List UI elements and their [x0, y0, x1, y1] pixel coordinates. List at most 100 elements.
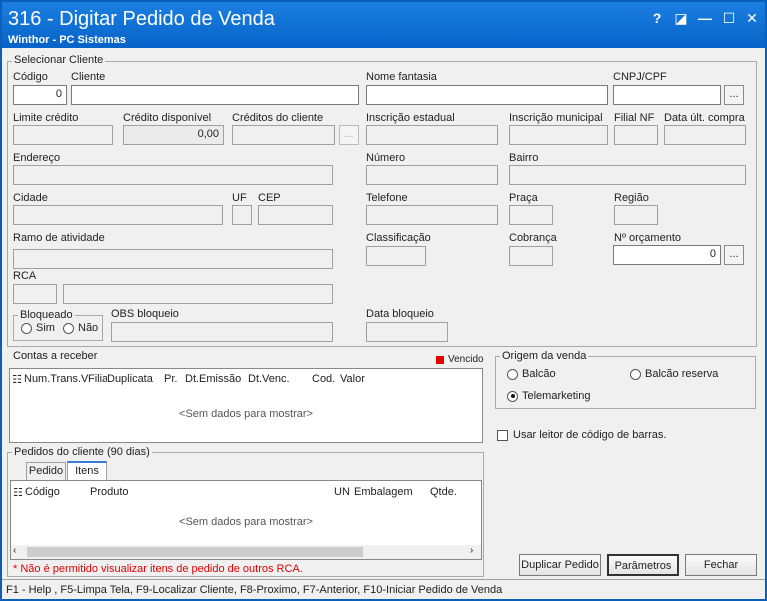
origem-balcao-reserva-label: Balcão reserva	[645, 368, 719, 380]
cnpj-label: CNPJ/CPF	[613, 71, 667, 83]
orcamento-input[interactable]: 0	[613, 245, 721, 265]
bloqueado-nao-label: Não	[78, 322, 99, 334]
origem-telemarketing-label: Telemarketing	[522, 390, 591, 402]
praca-field	[509, 205, 553, 225]
col-duplicata[interactable]: Duplicata	[107, 373, 164, 387]
obs-bloqueio-label: OBS bloqueio	[111, 308, 179, 320]
cnpj-input[interactable]	[613, 85, 721, 105]
cobranca-label: Cobrança	[509, 232, 557, 244]
telefone-field	[366, 205, 498, 225]
col-filial[interactable]: Filia	[88, 373, 107, 387]
cliente-label: Cliente	[71, 71, 106, 83]
minimize-icon[interactable]: —	[695, 8, 715, 28]
creditos-cliente-button[interactable]: ...	[339, 125, 359, 145]
col-produto[interactable]: Produto	[90, 486, 334, 499]
scroll-right-icon[interactable]: ›	[470, 545, 473, 556]
col-dt-emissao[interactable]: Dt.Emissão	[185, 373, 248, 387]
orcamento-search-button[interactable]: ...	[724, 245, 744, 265]
data-bloqueio-label: Data bloqueio	[366, 308, 434, 320]
help-icon[interactable]: ?	[647, 8, 667, 28]
parametros-button[interactable]: Parâmetros	[607, 554, 679, 576]
limite-credito-field	[13, 125, 113, 145]
main-window: 316 - Digitar Pedido de Venda Winthor - …	[0, 0, 767, 601]
cep-field	[258, 205, 333, 225]
grid-menu-icon[interactable]: ☷	[10, 373, 24, 387]
radio-circle-icon	[507, 368, 518, 380]
cobranca-field	[509, 246, 553, 266]
filial-nf-field	[614, 125, 658, 145]
window-title: 316 - Digitar Pedido de Venda	[8, 8, 275, 30]
data-bloqueio-field	[366, 322, 448, 342]
grid-menu-icon[interactable]: ☷	[11, 486, 25, 499]
col-num-trans[interactable]: Num.Trans.V	[24, 373, 88, 387]
radio-circle-icon	[63, 322, 74, 334]
status-bar: F1 - Help , F5-Limpa Tela, F9-Localizar …	[2, 579, 765, 599]
credito-disponivel-label: Crédito disponível	[123, 112, 212, 124]
regiao-field	[614, 205, 658, 225]
title-bar: 316 - Digitar Pedido de Venda Winthor - …	[2, 2, 765, 48]
restore-icon[interactable]: ◪	[671, 8, 691, 28]
col-codigo[interactable]: Código	[25, 486, 90, 499]
inscricao-estadual-label: Inscrição estadual	[366, 112, 455, 124]
numero-label: Número	[366, 152, 406, 164]
col-pr[interactable]: Pr.	[164, 373, 185, 387]
inscricao-municipal-field	[509, 125, 608, 145]
leitor-codigo-barras-checkbox[interactable]	[497, 430, 508, 441]
duplicar-pedido-button[interactable]: Duplicar Pedido	[519, 554, 601, 576]
col-cod[interactable]: Cod.	[312, 373, 340, 387]
limite-credito-label: Limite crédito	[13, 112, 79, 124]
nome-fantasia-input[interactable]	[366, 85, 608, 105]
rca-label: RCA	[13, 270, 37, 282]
cliente-input[interactable]	[71, 85, 359, 105]
credito-disponivel-field: 0,00	[123, 125, 224, 145]
classificacao-field	[366, 246, 426, 266]
horizontal-scrollbar[interactable]: ‹ ›	[11, 545, 481, 559]
scroll-left-icon[interactable]: ‹	[13, 545, 16, 556]
pedidos-itens-grid[interactable]: ☷ Código Produto UN Embalagem Qtde. <Sem…	[10, 480, 482, 560]
close-icon[interactable]: ✕	[742, 8, 762, 28]
window-subtitle: Winthor - PC Sistemas	[8, 34, 126, 46]
origem-balcao-radio[interactable]: Balcão	[507, 368, 556, 380]
obs-bloqueio-field	[111, 322, 333, 342]
cnpj-search-button[interactable]: ...	[724, 85, 744, 105]
regiao-label: Região	[614, 192, 649, 204]
col-un[interactable]: UN	[334, 486, 354, 499]
bloqueado-nao-radio[interactable]: Não	[63, 322, 98, 334]
rca-warning-text: * Não é permitido visualizar itens de pe…	[13, 563, 303, 575]
creditos-cliente-label: Créditos do cliente	[232, 112, 324, 124]
codigo-input[interactable]: 0	[13, 85, 67, 105]
uf-field	[232, 205, 252, 225]
col-qtde[interactable]: Qtde.	[430, 486, 470, 499]
leitor-codigo-barras-label: Usar leitor de código de barras.	[513, 429, 667, 441]
col-valor[interactable]: Valor	[340, 373, 380, 387]
rca-code-field	[13, 284, 57, 304]
praca-label: Praça	[509, 192, 538, 204]
maximize-icon[interactable]: ☐	[719, 8, 739, 28]
col-dt-venc[interactable]: Dt.Venc.	[248, 373, 312, 387]
codigo-label: Código	[13, 71, 48, 83]
tab-pedido[interactable]: Pedido	[26, 462, 66, 480]
inscricao-estadual-field	[366, 125, 498, 145]
tab-itens[interactable]: Itens	[67, 461, 107, 480]
bloqueado-title: Bloqueado	[18, 309, 75, 321]
fechar-button[interactable]: Fechar	[685, 554, 757, 576]
pedidos-cliente-title: Pedidos do cliente (90 dias)	[12, 446, 152, 458]
origem-balcao-reserva-radio[interactable]: Balcão reserva	[630, 368, 718, 380]
scrollbar-thumb[interactable]	[27, 547, 363, 557]
bloqueado-sim-label: Sim	[36, 322, 55, 334]
col-embalagem[interactable]: Embalagem	[354, 486, 430, 499]
contas-grid-header: ☷ Num.Trans.V Filia Duplicata Pr. Dt.Emi…	[10, 369, 482, 387]
origem-balcao-label: Balcão	[522, 368, 556, 380]
origem-telemarketing-radio[interactable]: Telemarketing	[507, 390, 590, 402]
bairro-label: Bairro	[509, 152, 539, 164]
endereco-field	[13, 165, 333, 185]
vencido-legend-label: Vencido	[448, 354, 484, 365]
bloqueado-sim-radio[interactable]: Sim	[21, 322, 55, 334]
pedidos-grid-header: ☷ Código Produto UN Embalagem Qtde.	[11, 481, 481, 499]
radio-circle-icon	[21, 322, 32, 334]
contas-receber-grid[interactable]: ☷ Num.Trans.V Filia Duplicata Pr. Dt.Emi…	[9, 368, 483, 443]
cep-label: CEP	[258, 192, 281, 204]
contas-empty-message: <Sem dados para mostrar>	[179, 408, 313, 420]
telefone-label: Telefone	[366, 192, 408, 204]
nome-fantasia-label: Nome fantasia	[366, 71, 437, 83]
